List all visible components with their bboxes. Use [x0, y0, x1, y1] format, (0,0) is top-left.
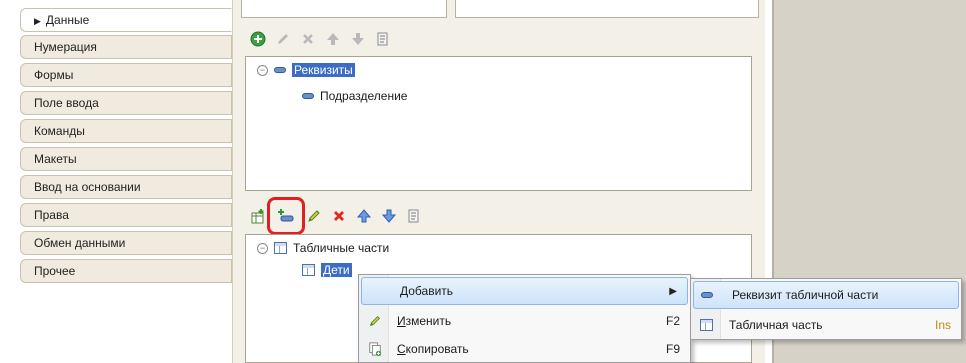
attributes-toolbar [247, 28, 394, 50]
menu-item-copy[interactable]: Скопировать F9 [359, 335, 690, 363]
top-field-right[interactable] [455, 0, 759, 18]
menu-item-add[interactable]: Добавить ▶ [361, 277, 688, 305]
tree-row-subdivision[interactable]: Подразделение [302, 87, 407, 105]
move-up-icon-disabled[interactable] [322, 28, 344, 50]
tree-label-children: Дети [321, 263, 352, 277]
attributes-tree[interactable]: − Реквизиты Подразделение [245, 56, 752, 191]
menu-item-edit-label: зменить [405, 314, 452, 328]
sort-list-icon[interactable] [403, 205, 425, 227]
top-field-left[interactable] [241, 0, 447, 18]
vertical-tab-strip: ▶ Данные Нумерация Формы Поле ввода Коман… [0, 0, 232, 363]
tab-forms-label: Формы [34, 68, 74, 82]
tab-other-label: Прочее [34, 264, 76, 278]
table-icon [700, 319, 714, 333]
menu-item-copy-hotkey: С [397, 342, 406, 356]
tree-label-attributes: Реквизиты [292, 63, 355, 77]
collapse-icon[interactable]: − [257, 64, 268, 76]
tab-input-by-basis[interactable]: Ввод на основании [20, 175, 232, 199]
submenu-item-tabular-part-shortcut: Ins [934, 318, 951, 332]
edit-pencil-icon-disabled[interactable] [272, 28, 294, 50]
tab-rights-label: Права [34, 208, 69, 222]
table-icon [274, 242, 287, 254]
delete-icon-disabled[interactable] [297, 28, 319, 50]
tab-numbering[interactable]: Нумерация [20, 35, 232, 59]
tab-other[interactable]: Прочее [20, 259, 232, 283]
expanded-arrow-icon: ▶ [34, 16, 41, 26]
tab-data-label: Данные [45, 13, 90, 27]
submenu-item-tabular-part[interactable]: Табличная часть Ins [691, 311, 961, 339]
menu-item-copy-shortcut: F9 [665, 342, 680, 356]
top-fields [233, 0, 766, 22]
tab-input-field-label: Поле ввода [34, 96, 99, 110]
tab-templates-label: Макеты [34, 152, 77, 166]
tree-row-tabular-parts[interactable]: − Табличные части [257, 239, 389, 257]
menu-item-edit[interactable]: Изменить F2 [359, 307, 690, 335]
menu-item-edit-shortcut: F2 [665, 314, 680, 328]
tab-commands-label: Команды [34, 124, 85, 138]
edit-pencil-icon[interactable] [303, 205, 325, 227]
menu-item-copy-label: копировать [405, 342, 469, 356]
add-green-icon[interactable] [247, 28, 269, 50]
tab-templates[interactable]: Макеты [20, 147, 232, 171]
move-up-icon[interactable] [353, 205, 375, 227]
submenu-item-tabular-attribute-label: Реквизит табличной части [732, 288, 879, 302]
menu-item-edit-hotkey: И [397, 314, 406, 328]
tab-commands[interactable]: Команды [20, 119, 232, 143]
tree-row-attributes[interactable]: − Реквизиты [257, 61, 355, 79]
attribute-icon [701, 292, 715, 306]
tree-row-children[interactable]: Дети [302, 261, 352, 279]
attribute-icon [302, 93, 314, 99]
submenu-item-tabular-attribute[interactable]: Реквизит табличной части [693, 281, 959, 309]
delete-icon[interactable] [328, 205, 350, 227]
submenu-item-tabular-part-label: Табличная часть [729, 318, 823, 332]
table-icon [302, 264, 315, 276]
copy-icon [368, 342, 382, 356]
add-tabular-part-icon[interactable] [247, 205, 269, 227]
attribute-icon [274, 67, 286, 73]
submenu-arrow-icon: ▶ [669, 285, 677, 297]
tab-rights[interactable]: Права [20, 203, 232, 227]
move-down-icon[interactable] [378, 205, 400, 227]
tab-forms[interactable]: Формы [20, 63, 232, 87]
tab-data-exchange[interactable]: Обмен данными [20, 231, 232, 255]
tree-label-subdivision: Подразделение [320, 89, 408, 103]
tab-numbering-label: Нумерация [34, 40, 97, 54]
tabular-toolbar [247, 197, 425, 235]
tab-input-field[interactable]: Поле ввода [20, 91, 232, 115]
move-down-icon-disabled[interactable] [347, 28, 369, 50]
pencil-icon [368, 314, 382, 328]
tab-data-exchange-label: Обмен данными [34, 236, 126, 250]
sort-list-icon[interactable] [372, 28, 394, 50]
context-menu: Добавить ▶ Изменить F2 Скопировать F9 [358, 274, 691, 363]
tree-label-tabular-parts: Табличные части [293, 241, 390, 255]
add-submenu: Реквизит табличной части Табличная часть… [690, 278, 962, 340]
tab-data[interactable]: ▶ Данные [20, 8, 232, 32]
collapse-icon[interactable]: − [257, 242, 268, 254]
menu-item-add-label: Добавить [400, 284, 454, 298]
add-attribute-highlighted-button[interactable] [267, 197, 305, 235]
tab-input-by-basis-label: Ввод на основании [34, 180, 141, 194]
